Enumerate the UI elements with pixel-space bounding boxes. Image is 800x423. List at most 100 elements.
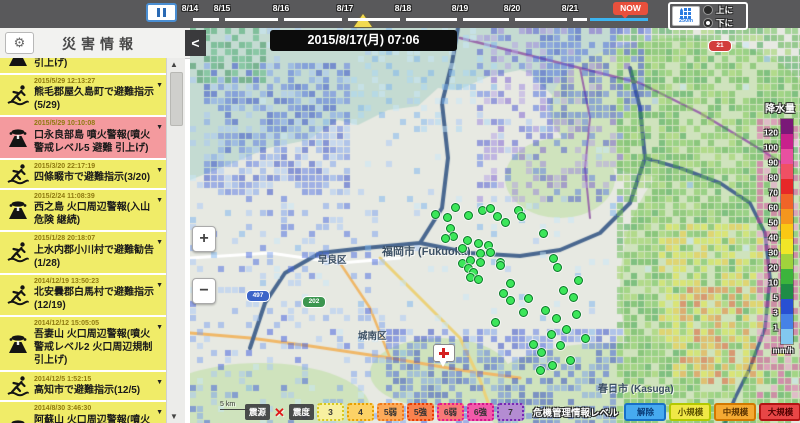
scroll-down-icon[interactable]: ▼	[170, 412, 178, 421]
shelter-marker[interactable]	[556, 341, 565, 350]
timeline-segment	[348, 18, 400, 21]
radio-option-up[interactable]: 上に	[703, 4, 733, 16]
shelter-marker[interactable]	[548, 361, 557, 370]
disaster-event-item[interactable]: 2015/5/29 12:13:27熊毛郡屋久島町で避難指示 (5/29)▼	[0, 75, 166, 115]
shelter-marker[interactable]	[574, 276, 583, 285]
route-number-badge: 497	[246, 290, 270, 302]
timeline-date[interactable]: 8/19	[452, 3, 469, 13]
event-expand-caret-icon[interactable]: ▼	[156, 324, 163, 331]
timeline-date[interactable]: 8/20	[504, 3, 521, 13]
precip-layer-button[interactable]: 250m	[672, 6, 700, 26]
zoom-out-button[interactable]: −	[192, 278, 216, 304]
gear-icon: ⚙	[14, 35, 26, 50]
shelter-marker[interactable]	[474, 275, 483, 284]
shelter-marker[interactable]	[431, 210, 440, 219]
shelter-marker[interactable]	[566, 356, 575, 365]
disaster-event-item[interactable]: 2015/5/29 10:10:08口永良部島 噴火警報(噴火警戒レベル5 避難…	[0, 117, 166, 157]
disaster-event-item[interactable]: 2014/12/5 1:52:15高知市で避難指示(12/5)▼	[0, 372, 166, 400]
event-expand-caret-icon[interactable]: ▼	[156, 379, 163, 386]
timeline-date[interactable]: 8/15	[214, 3, 231, 13]
timeline-segment	[463, 18, 509, 21]
shelter-marker[interactable]	[449, 232, 458, 241]
disaster-event-item[interactable]: 2014/8/30 3:46:30阿蘇山 火口周辺警報(噴火警戒レベル2 火口周…	[0, 402, 166, 423]
timeline-date[interactable]: 8/17	[337, 3, 354, 13]
shelter-marker[interactable]	[524, 294, 533, 303]
shelter-marker[interactable]	[464, 211, 473, 220]
shelter-marker[interactable]	[549, 254, 558, 263]
shelter-marker[interactable]	[553, 263, 562, 272]
precip-legend-title: 降水量	[765, 100, 795, 115]
timeline-date[interactable]: 8/14	[182, 3, 199, 13]
shelter-marker[interactable]	[496, 261, 505, 270]
intensity-label: 震度	[289, 404, 314, 420]
map-viewport[interactable]: 福岡市 (Fukuoka)早良区城南区春日市 (Kasuga)49720221 …	[190, 28, 800, 423]
shelter-marker[interactable]	[474, 239, 483, 248]
precip-tick-label: 120	[764, 128, 778, 138]
shelter-marker[interactable]	[517, 212, 526, 221]
shelter-marker[interactable]	[476, 258, 485, 267]
event-timestamp: 2014/12/12 15:05:05	[34, 320, 154, 328]
crisis-level-legend-box: 小規模	[669, 403, 711, 421]
hospital-marker[interactable]	[433, 344, 455, 362]
shelter-marker[interactable]	[519, 308, 528, 317]
zoom-in-button[interactable]: +	[192, 226, 216, 252]
shelter-marker[interactable]	[552, 314, 561, 323]
evacuation-icon	[2, 375, 34, 397]
shelter-marker[interactable]	[562, 325, 571, 334]
precip-tick-label: 3	[773, 308, 778, 318]
event-timestamp: 2015/5/29 12:13:27	[34, 78, 154, 86]
event-expand-caret-icon[interactable]: ▼	[156, 167, 163, 174]
shelter-marker[interactable]	[476, 249, 485, 258]
timeline-date[interactable]: 8/21	[562, 3, 579, 13]
shelter-marker[interactable]	[569, 293, 578, 302]
shelter-marker[interactable]	[547, 330, 556, 339]
timeline-segment	[193, 18, 219, 21]
sidebar-scrollbar[interactable]: ▲ ▼	[166, 58, 185, 423]
shelter-marker[interactable]	[486, 204, 495, 213]
now-badge[interactable]: NOW	[613, 2, 648, 15]
shelter-marker[interactable]	[539, 229, 548, 238]
shelter-marker[interactable]	[559, 286, 568, 295]
shelter-marker[interactable]	[443, 213, 452, 222]
disaster-event-item[interactable]: 戒レベル2 火口周辺規制 引上げ)▼	[0, 58, 166, 73]
event-expand-caret-icon[interactable]: ▼	[156, 124, 163, 131]
disaster-event-item[interactable]: 2015/2/24 11:08:39西之島 火口周辺警報(入山危険 継続)▼	[0, 190, 166, 230]
scrollbar-thumb[interactable]	[170, 72, 183, 126]
settings-button[interactable]: ⚙	[5, 32, 34, 54]
event-expand-caret-icon[interactable]: ▼	[156, 239, 163, 246]
sidebar-title: 災害情報	[40, 34, 160, 54]
shelter-marker[interactable]	[536, 366, 545, 375]
shelter-marker[interactable]	[491, 318, 500, 327]
shelter-marker[interactable]	[572, 310, 581, 319]
shelter-marker[interactable]	[506, 279, 515, 288]
shelter-marker[interactable]	[506, 296, 515, 305]
event-expand-caret-icon[interactable]: ▼	[156, 282, 163, 289]
radio-option-down[interactable]: 下に	[703, 17, 733, 29]
sidebar-collapse-button[interactable]: <	[185, 30, 206, 56]
timeline-date[interactable]: 8/18	[395, 3, 412, 13]
shelter-marker[interactable]	[451, 203, 460, 212]
precip-tick-label: 90	[769, 158, 778, 168]
shelter-marker[interactable]	[458, 244, 467, 253]
disaster-event-item[interactable]: 2015/1/28 20:18:07上水内郡小川村で避難勧告 (1/28)▼	[0, 232, 166, 272]
event-expand-caret-icon[interactable]: ▼	[156, 409, 163, 416]
shelter-marker[interactable]	[441, 234, 450, 243]
scroll-up-icon[interactable]: ▲	[170, 60, 178, 69]
event-expand-caret-icon[interactable]: ▼	[156, 82, 163, 89]
shelter-marker[interactable]	[537, 348, 546, 357]
shelter-marker[interactable]	[501, 218, 510, 227]
intensity-legend-box: 7	[497, 403, 524, 421]
disaster-event-item[interactable]: 2015/3/20 22:17:19四條畷市で避難指示(3/20)▼	[0, 160, 166, 188]
route-number-badge: 21	[708, 40, 732, 52]
disaster-event-item[interactable]: 2014/12/19 13:50:23北安曇郡白馬村で避難指示 (12/19)▼	[0, 275, 166, 315]
disaster-event-item[interactable]: 2014/12/12 15:05:05吾妻山 火口周辺警報(噴火警戒レベル2 火…	[0, 317, 166, 370]
event-expand-caret-icon[interactable]: ▼	[156, 197, 163, 204]
precip-color-segment	[781, 179, 793, 194]
shelter-marker[interactable]	[581, 334, 590, 343]
shelter-marker[interactable]	[486, 248, 495, 257]
map-canvas[interactable]	[190, 28, 800, 423]
timeline-date[interactable]: 8/16	[273, 3, 290, 13]
precipitation-legend: 降水量 120100908070605040302010531 mm/h	[765, 100, 794, 355]
shelter-marker[interactable]	[541, 306, 550, 315]
shelter-marker[interactable]	[529, 340, 538, 349]
